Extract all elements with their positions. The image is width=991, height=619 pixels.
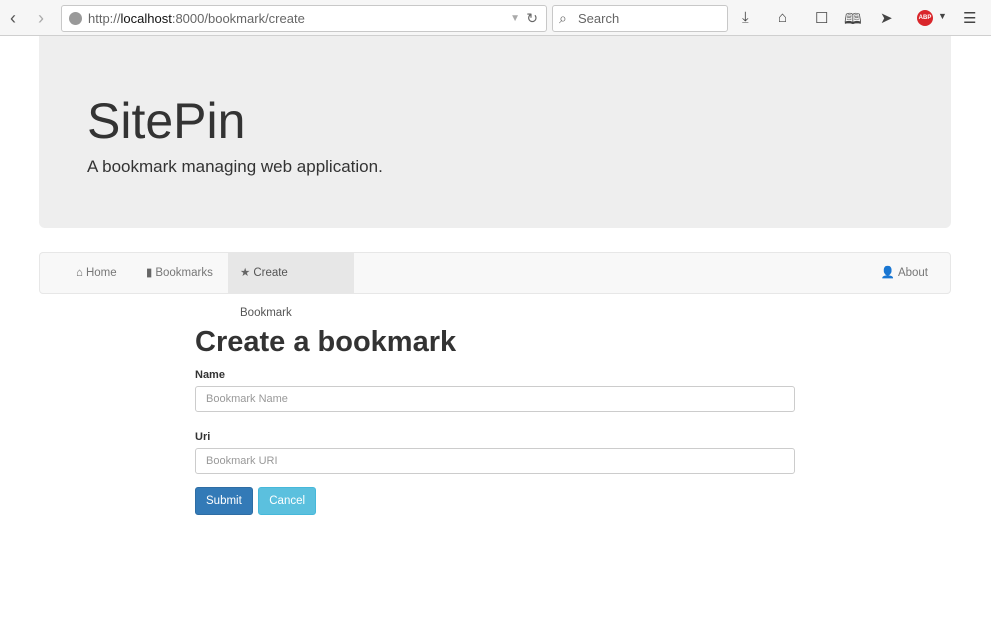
back-button[interactable]: ‹ xyxy=(10,8,16,29)
form-title: Create a bookmark xyxy=(195,326,457,358)
site-title: SitePin xyxy=(87,93,246,149)
dropdown-icon[interactable]: ▼ xyxy=(510,6,520,31)
home-icon[interactable]: ⌂ xyxy=(778,9,787,26)
navbar: ⌂ Home ▮ Bookmarks ★ Create Bookmark 👤 About xyxy=(39,252,951,319)
nav-bookmarks[interactable]: ▮ Bookmarks xyxy=(134,253,225,293)
nav-about[interactable]: 👤 About xyxy=(869,253,940,293)
nav-create-bookmark[interactable]: ★ Create Bookmark xyxy=(228,253,354,319)
url-path: :8000/bookmark/create xyxy=(171,11,305,26)
cancel-button[interactable]: Cancel xyxy=(258,487,317,515)
name-input[interactable] xyxy=(195,386,795,412)
bookmark-icon[interactable]: ☐ xyxy=(815,9,828,27)
browser-toolbar: ‹ › http://localhost:8000/bookmark/creat… xyxy=(0,0,991,36)
nav-label: About xyxy=(897,267,928,279)
name-label: Name xyxy=(195,369,225,381)
menu-icon[interactable]: ☰ xyxy=(963,9,976,27)
reader-icon[interactable]: 🕮 xyxy=(844,9,862,34)
uri-label: Uri xyxy=(195,431,211,443)
caret-down-icon[interactable]: ▼ xyxy=(938,11,947,21)
reload-icon[interactable]: ↻ xyxy=(526,6,538,31)
url-host: localhost xyxy=(120,11,172,26)
jumbotron: SitePin A bookmark managing web applicat… xyxy=(39,36,951,228)
send-icon[interactable]: ➤ xyxy=(880,9,893,27)
adblock-icon[interactable]: ABP xyxy=(917,10,933,26)
search-placeholder: Search xyxy=(578,11,620,26)
forward-button[interactable]: › xyxy=(38,8,44,29)
user-icon: 👤 xyxy=(880,267,895,279)
home-icon: ⌂ xyxy=(76,267,83,279)
nav-label: Home xyxy=(85,267,117,279)
bookmark-icon: ▮ xyxy=(146,267,153,279)
search-input[interactable]: ⌕ Search xyxy=(552,5,728,32)
download-icon[interactable]: ⤓ xyxy=(742,9,749,26)
globe-icon xyxy=(69,12,82,25)
star-icon: ★ xyxy=(240,267,251,279)
url-bar[interactable]: http://localhost:8000/bookmark/create ▼ … xyxy=(61,5,547,32)
site-subtitle: A bookmark managing web application. xyxy=(87,157,383,176)
search-icon: ⌕ xyxy=(559,10,567,26)
nav-home[interactable]: ⌂ Home xyxy=(64,253,129,293)
url-prefix: http:// xyxy=(88,11,121,26)
submit-button[interactable]: Submit xyxy=(195,487,253,515)
uri-input[interactable] xyxy=(195,448,795,474)
create-bookmark-form: Create a bookmark Name Uri Submit Cancel xyxy=(195,326,795,515)
nav-label: Bookmarks xyxy=(155,267,213,279)
